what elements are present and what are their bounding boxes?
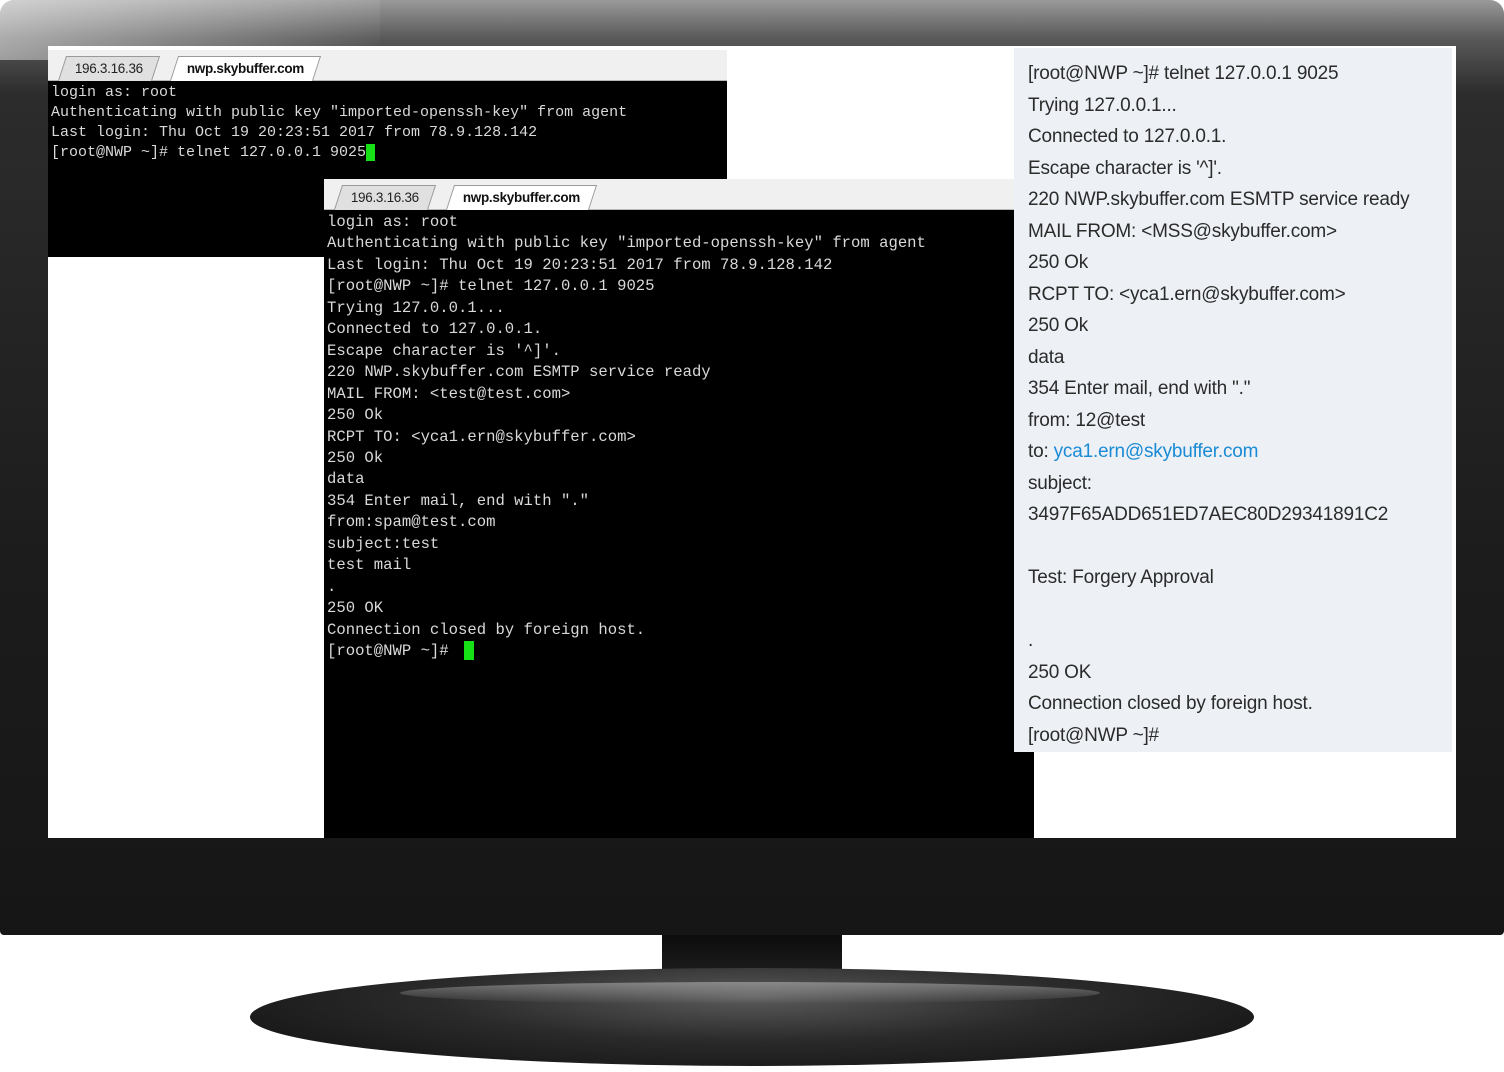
transcript-line: 250 Ok (1028, 315, 1089, 336)
terminal-line: login as: root (51, 84, 178, 101)
terminal-prompt-text: [root@NWP ~]# (327, 642, 459, 661)
terminal-line: [root@NWP ~]# telnet 127.0.0.1 9025 (327, 277, 655, 296)
transcript-line: subject: (1028, 472, 1092, 494)
transcript-to-line: to: yca1.ern@skybuffer.com (1028, 436, 1438, 468)
back-tab-bar: 196.3.16.36 nwp.skybuffer.com (48, 50, 727, 81)
transcript-line: [root@NWP ~]# telnet 127.0.0.1 9025 (1028, 63, 1339, 84)
terminal-line: Authenticating with public key "imported… (327, 234, 926, 253)
transcript-line: 354 Enter mail, end with "." (1028, 378, 1251, 399)
front-tab-ip[interactable]: 196.3.16.36 (333, 185, 437, 210)
terminal-line: 250 Ok (327, 448, 384, 467)
transcript-line: [root@NWP ~]# (1028, 724, 1159, 746)
front-tab-bar: 196.3.16.36 nwp.skybuffer.com (324, 179, 1034, 210)
terminal-line: MAIL FROM: <test@test.com> (327, 384, 571, 403)
terminal-line: subject:test (327, 534, 440, 553)
transcript-line (1028, 531, 1438, 563)
transcript-line: 250 OK (1028, 661, 1092, 683)
transcript-to-label: to: (1028, 441, 1054, 462)
transcript-line: data (1028, 346, 1065, 368)
terminal-line: Connection closed by foreign host. (327, 620, 646, 639)
terminal-block-cursor-icon (366, 144, 376, 161)
terminal-line: . (327, 577, 337, 596)
terminal-line: Last login: Thu Oct 19 20:23:51 2017 fro… (327, 255, 833, 274)
transcript-line: Test: Forgery Approval (1028, 567, 1214, 588)
terminal-line: login as: root (327, 213, 459, 231)
transcript-line: Connection closed by foreign host. (1028, 693, 1313, 714)
transcript-line (1028, 594, 1438, 626)
transcript-line: . (1028, 630, 1034, 651)
terminal-line: 250 Ok (327, 406, 384, 425)
transcript-line: 3497F65ADD651ED7AEC80D29341891C2 (1028, 504, 1389, 525)
terminal-line: test mail (327, 556, 412, 575)
terminal-line: from:spam@test.com (327, 513, 496, 532)
front-terminal-output[interactable]: login as: root Authenticating with public… (324, 210, 1034, 838)
terminal-block-cursor-icon (464, 641, 475, 661)
front-tab-host[interactable]: nwp.skybuffer.com (445, 185, 598, 210)
terminal-line: [root@NWP ~]# telnet 127.0.0.1 9025 (51, 143, 724, 163)
transcript-line: Trying 127.0.0.1... (1028, 94, 1177, 116)
transcript-panel: [root@NWP ~]# telnet 127.0.0.1 9025 Tryi… (1014, 48, 1452, 752)
terminal-line: RCPT TO: <yca1.ern@skybuffer.com> (327, 427, 636, 446)
terminal-line: 354 Enter mail, end with "." (327, 491, 590, 510)
monitor-stand-highlight (400, 982, 1100, 1004)
transcript-line: from: 12@test (1028, 409, 1146, 431)
transcript-line: 250 Ok (1028, 252, 1089, 273)
terminal-line: Connected to 127.0.0.1. (327, 320, 543, 339)
terminal-line: Last login: Thu Oct 19 20:23:51 2017 fro… (51, 124, 538, 141)
recipient-email-link[interactable]: yca1.ern@skybuffer.com (1054, 441, 1259, 462)
transcript-line: 220 NWP.skybuffer.com ESMTP service read… (1028, 189, 1410, 210)
terminal-prompt-text: [root@NWP ~]# telnet 127.0.0.1 9025 (51, 144, 367, 161)
front-terminal-window: 196.3.16.36 nwp.skybuffer.com login as: … (324, 179, 1034, 838)
terminal-line: [root@NWP ~]# (327, 641, 1031, 662)
terminal-line: 220 NWP.skybuffer.com ESMTP service read… (327, 363, 711, 382)
transcript-line: MAIL FROM: <MSS@skybuffer.com> (1028, 220, 1337, 242)
terminal-line: Trying 127.0.0.1... (327, 298, 505, 317)
transcript-line: RCPT TO: <yca1.ern@skybuffer.com> (1028, 283, 1346, 305)
terminal-line: data (327, 470, 365, 489)
back-tab-ip[interactable]: 196.3.16.36 (57, 56, 161, 81)
monitor-screen: 196.3.16.36 nwp.skybuffer.com login as: … (48, 46, 1456, 838)
terminal-line: Escape character is '^]'. (327, 341, 561, 360)
transcript-line: Escape character is '^]'. (1028, 157, 1222, 179)
transcript-line: Connected to 127.0.0.1. (1028, 126, 1227, 147)
back-tab-host[interactable]: nwp.skybuffer.com (169, 56, 322, 81)
terminal-line: 250 OK (327, 599, 384, 618)
terminal-line: Authenticating with public key "imported… (51, 104, 628, 121)
